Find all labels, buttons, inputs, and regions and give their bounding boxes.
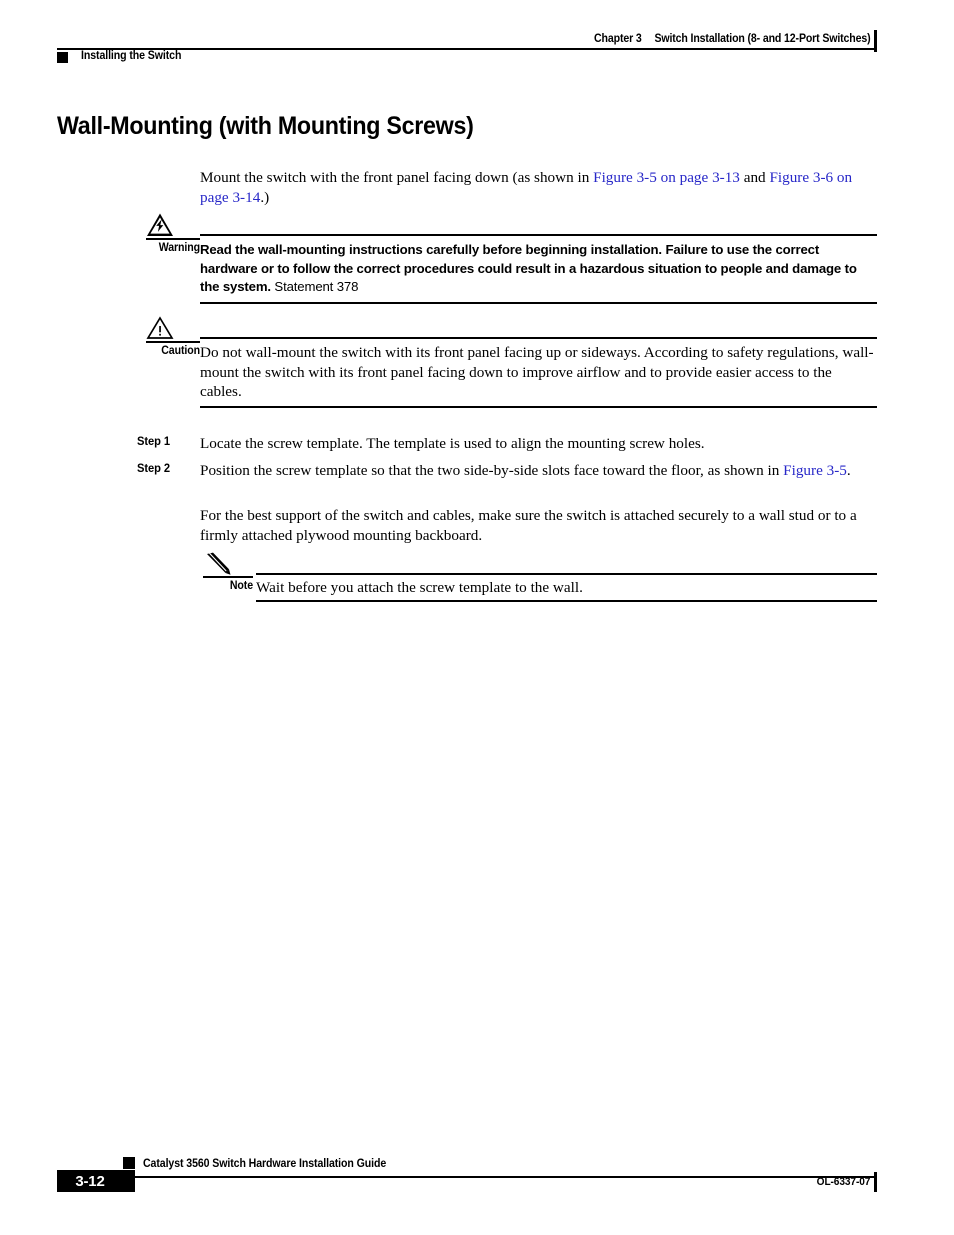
warning-body: Read the wall-mounting instructions care… <box>200 241 877 297</box>
note-icon-underline <box>203 576 253 578</box>
footer-bullet-square-icon <box>123 1157 135 1169</box>
step-2-text: Position the screw template so that the … <box>200 461 877 481</box>
footer-change-bar <box>874 1172 877 1192</box>
step-2-text-after: . <box>846 462 851 479</box>
header-bullet-square-icon <box>57 52 68 63</box>
note-top-rule <box>256 573 877 575</box>
intro-text-before: Mount the switch with the front panel fa… <box>200 169 594 186</box>
step-1-text: Locate the screw template. The template … <box>200 435 705 452</box>
page-title: Wall-Mounting (with Mounting Screws) <box>57 112 474 140</box>
warning-bottom-rule <box>200 302 877 304</box>
intro-text-after: .) <box>260 188 270 206</box>
footer-rule <box>57 1176 875 1178</box>
pencil-icon <box>203 552 257 578</box>
header-change-bar <box>874 30 877 52</box>
footer-page-number: 3-12 <box>75 1172 105 1190</box>
caution-bottom-rule <box>200 406 877 408</box>
step-2-followup-container: For the best support of the switch and c… <box>200 506 877 545</box>
step-2-followup-paragraph: For the best support of the switch and c… <box>200 507 857 544</box>
warning-lightning-triangle-icon <box>146 212 200 238</box>
warning-statement-number: Statement 378 <box>270 279 359 294</box>
intro-paragraph-container: Mount the switch with the front panel fa… <box>200 168 877 207</box>
header-chapter-title: Switch Installation (8- and 12-Port Swit… <box>653 33 870 45</box>
warning-label: Warning <box>158 242 200 254</box>
note-label: Note <box>229 580 253 592</box>
caution-exclamation-triangle-icon <box>146 316 200 340</box>
header-chapter-reference: Chapter 3 Switch Installation (8- and 12-… <box>593 33 871 45</box>
header-chapter-number: Chapter 3 <box>593 33 642 45</box>
figure-3-5-page-3-13-link[interactable]: Figure 3-5 on page 3-13 <box>593 169 740 186</box>
caution-label: Caution <box>161 345 200 357</box>
note-bottom-rule <box>256 600 877 602</box>
caution-top-rule <box>200 337 877 339</box>
footer-document-id: OL-6337-07 <box>816 1176 870 1188</box>
step-2-text-before: Position the screw template so that the … <box>200 462 784 479</box>
note-body: Wait before you attach the screw templat… <box>256 579 583 596</box>
document-page: Chapter 3 Switch Installation (8- and 12-… <box>0 0 954 1235</box>
caution-body: Do not wall-mount the switch with its fr… <box>200 344 874 400</box>
intro-paragraph: Mount the switch with the front panel fa… <box>200 168 877 207</box>
caution-icon-underline <box>146 341 200 343</box>
header-section-title: Installing the Switch <box>81 50 182 62</box>
intro-text-middle: and <box>739 169 770 186</box>
warning-top-rule <box>200 234 877 236</box>
figure-3-5-link[interactable]: Figure 3-5 <box>783 462 847 479</box>
footer-guide-title: Catalyst 3560 Switch Hardware Installati… <box>143 1158 387 1170</box>
warning-icon-underline <box>146 238 200 240</box>
page-header: Chapter 3 Switch Installation (8- and 12-… <box>0 0 954 80</box>
